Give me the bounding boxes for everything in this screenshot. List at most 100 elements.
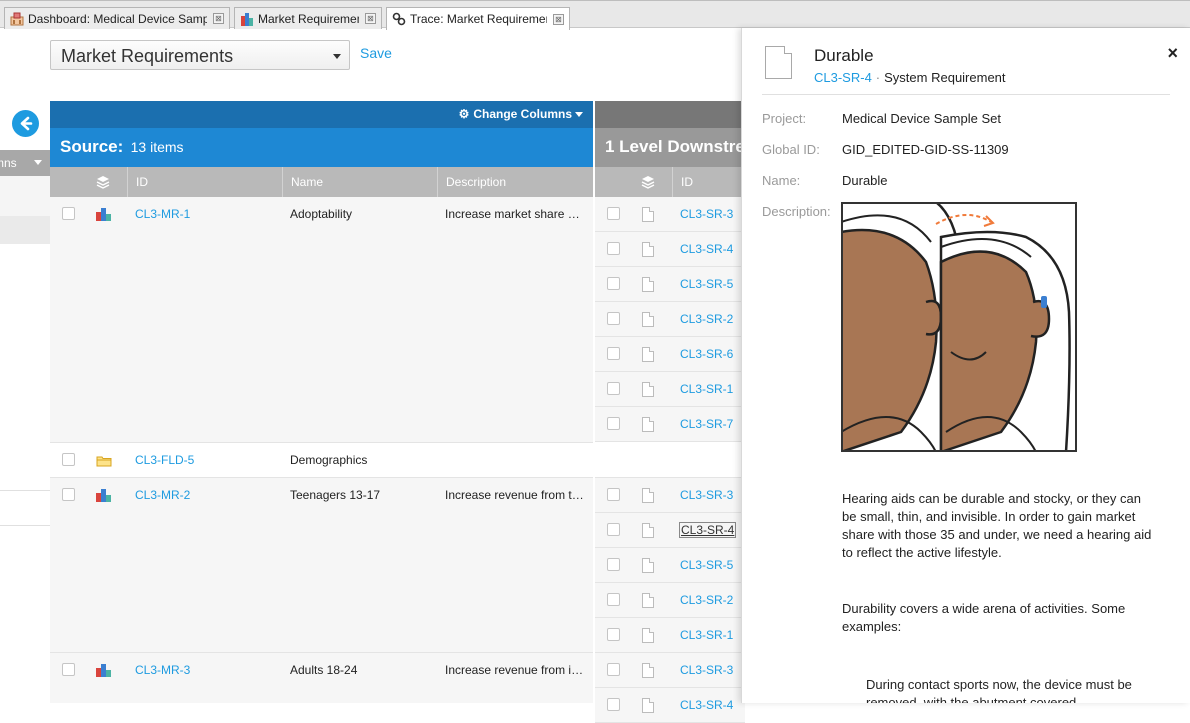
row-checkbox[interactable] [607, 312, 620, 325]
downstream-id-link[interactable]: CL3-SR-6 [680, 347, 733, 361]
table-row[interactable]: CL3-MR-3 Adults 18-24 Increase revenue f… [50, 653, 593, 703]
details-id-link[interactable]: CL3-SR-4 [814, 70, 872, 85]
downstream-row[interactable]: CL3-SR-2 [595, 302, 745, 337]
divider [0, 525, 50, 526]
source-header: Source: 13 items [50, 128, 593, 167]
document-icon [642, 207, 654, 222]
tab-close-icon[interactable]: ⊠ [213, 13, 224, 24]
downstream-row[interactable]: CL3-SR-2 [595, 583, 745, 618]
row-checkbox[interactable] [607, 663, 620, 676]
downstream-id-link[interactable]: CL3-SR-5 [680, 558, 733, 572]
item-id-link[interactable]: CL3-MR-2 [135, 488, 190, 502]
downstream-id-link[interactable]: CL3-SR-3 [680, 207, 733, 221]
downstream-row[interactable]: CL3-SR-1 [595, 372, 745, 407]
downstream-row[interactable]: CL3-SR-1 [595, 618, 745, 653]
tab-label: Trace: Market Requirements [410, 12, 547, 26]
downstream-row[interactable]: CL3-SR-3 [595, 197, 745, 232]
column-header-name[interactable]: Name [282, 167, 437, 197]
document-icon [642, 663, 654, 678]
document-icon [642, 558, 654, 573]
row-checkbox[interactable] [607, 628, 620, 641]
back-arrow-icon[interactable] [12, 110, 39, 137]
row-checkbox[interactable] [607, 698, 620, 711]
divider [0, 490, 50, 491]
row-checkbox[interactable] [607, 593, 620, 606]
row-checkbox[interactable] [607, 523, 620, 536]
downstream-row[interactable]: CL3-SR-5 [595, 548, 745, 583]
row-checkbox[interactable] [62, 207, 75, 220]
downstream-row[interactable]: CL3-SR-3 [595, 478, 745, 513]
table-row[interactable]: CL3-MR-1 Adoptability Increase market sh… [50, 197, 593, 443]
item-id-link[interactable]: CL3-MR-3 [135, 663, 190, 677]
downstream-row[interactable]: CL3-SR-6 [595, 337, 745, 372]
save-link[interactable]: Save [360, 45, 392, 61]
source-title: Source: [60, 137, 124, 156]
document-icon [642, 347, 654, 362]
downstream-id-link[interactable]: CL3-SR-4 [680, 242, 733, 256]
details-panel: Durable CL3-SR-4 · System Requirement × Pr… [741, 28, 1190, 703]
downstream-column-header: ID [595, 167, 745, 197]
downstream-row[interactable]: CL3-SR-4 [595, 513, 745, 548]
source-count: 13 items [130, 139, 184, 155]
item-type-column[interactable] [631, 167, 671, 197]
tab-close-icon[interactable]: ⊠ [553, 13, 564, 25]
downstream-id-link[interactable]: CL3-SR-3 [680, 488, 733, 502]
close-icon[interactable]: × [1167, 43, 1178, 64]
downstream-id-link[interactable]: CL3-SR-1 [680, 628, 733, 642]
tab-close-icon[interactable]: ⊠ [365, 13, 376, 24]
left-columns-header[interactable]: mns [0, 150, 50, 176]
downstream-row[interactable]: CL3-SR-5 [595, 267, 745, 302]
tab-trace[interactable]: Trace: Market Requirements ⊠ [386, 7, 570, 30]
gear-icon: ⚙ [458, 107, 470, 121]
row-checkbox[interactable] [607, 347, 620, 360]
document-icon [642, 593, 654, 608]
downstream-id-link[interactable]: CL3-SR-4 [679, 522, 737, 538]
column-header-id[interactable]: ID [672, 167, 745, 197]
document-icon [642, 277, 654, 292]
row-checkbox[interactable] [62, 663, 75, 676]
downstream-row[interactable]: CL3-SR-4 [595, 688, 745, 723]
table-row[interactable]: CL3-MR-2 Teenagers 13-17 Increase revenu… [50, 478, 593, 653]
downstream-id-link[interactable]: CL3-SR-5 [680, 277, 733, 291]
row-checkbox[interactable] [62, 488, 75, 501]
downstream-id-link[interactable]: CL3-SR-4 [680, 698, 733, 712]
view-select-dropdown[interactable]: Market Requirements [50, 40, 350, 70]
left-panel-row [0, 176, 50, 216]
column-header-id[interactable]: ID [127, 167, 282, 197]
row-checkbox[interactable] [607, 207, 620, 220]
change-columns-button[interactable]: ⚙ Change Columns [459, 107, 583, 121]
row-checkbox[interactable] [607, 242, 620, 255]
item-description: Increase revenue from individuals 18-24 [445, 663, 585, 677]
field-label-project: Project: [762, 111, 807, 126]
downstream-id-link[interactable]: CL3-SR-2 [680, 593, 733, 607]
document-icon [765, 46, 792, 79]
field-value-project: Medical Device Sample Set [842, 111, 1001, 126]
column-header-description[interactable]: Description [437, 167, 593, 197]
tab-bar: Dashboard: Medical Device Sample... ⊠ Ma… [0, 0, 1190, 30]
downstream-id-link[interactable]: CL3-SR-1 [680, 382, 733, 396]
row-checkbox[interactable] [607, 558, 620, 571]
table-row[interactable]: CL3-FLD-5 Demographics [50, 443, 593, 478]
row-checkbox[interactable] [607, 277, 620, 290]
dashboard-icon [10, 12, 24, 26]
tab-label: Market Requirements [258, 11, 359, 26]
field-label-description: Description: [762, 204, 831, 219]
downstream-id-link[interactable]: CL3-SR-2 [680, 312, 733, 326]
downstream-toolbar [595, 101, 745, 128]
tab-market-requirements[interactable]: Market Requirements ⊠ [234, 7, 382, 29]
downstream-row[interactable]: CL3-SR-4 [595, 232, 745, 267]
row-checkbox[interactable] [62, 453, 75, 466]
downstream-id-link[interactable]: CL3-SR-3 [680, 663, 733, 677]
row-checkbox[interactable] [607, 488, 620, 501]
tab-dashboard[interactable]: Dashboard: Medical Device Sample... ⊠ [4, 7, 230, 29]
change-columns-label: Change Columns [473, 107, 572, 121]
downstream-row[interactable]: CL3-SR-3 [595, 653, 745, 688]
item-id-link[interactable]: CL3-MR-1 [135, 207, 190, 221]
downstream-row[interactable]: CL3-SR-7 [595, 407, 745, 442]
row-checkbox[interactable] [607, 417, 620, 430]
item-name: Teenagers 13-17 [290, 488, 381, 502]
item-id-link[interactable]: CL3-FLD-5 [135, 453, 194, 467]
item-type-column[interactable] [86, 167, 126, 197]
downstream-id-link[interactable]: CL3-SR-7 [680, 417, 733, 431]
row-checkbox[interactable] [607, 382, 620, 395]
